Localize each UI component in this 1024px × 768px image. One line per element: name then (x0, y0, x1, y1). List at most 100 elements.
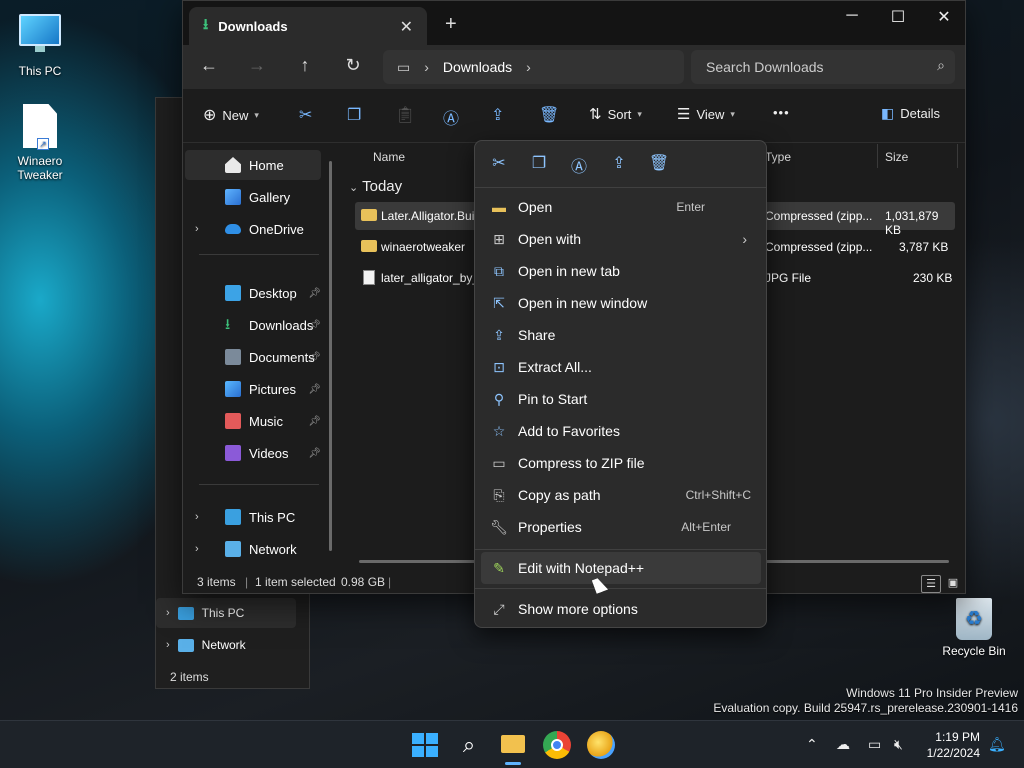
nav-this-pc[interactable]: › This PC (185, 502, 321, 532)
menu-label: Copy as path (518, 487, 601, 503)
pin-icon: 📌︎ (308, 415, 321, 427)
column-header-name[interactable]: Name (373, 150, 405, 164)
close-window-button[interactable]: ✕ (929, 7, 959, 27)
minimize-button[interactable]: ─ (837, 7, 867, 25)
share-icon[interactable]: ⇪ (607, 153, 631, 173)
menu-item-properties[interactable]: 🔧︎ Properties Alt+Enter (481, 511, 761, 543)
file-size: 230 KB (913, 271, 953, 285)
cut-icon[interactable]: ✂ (487, 153, 511, 173)
back-button[interactable]: ← (197, 55, 221, 76)
nav-downloads[interactable]: ⭳ Downloads 📌︎ (185, 310, 321, 340)
column-header-type[interactable]: Type (765, 150, 791, 164)
cut-icon[interactable]: ✂ (299, 105, 312, 125)
menu-item-open-new-tab[interactable]: ⧉ Open in new tab (481, 255, 761, 287)
more-options-button[interactable]: ••• (773, 105, 790, 120)
app-icon[interactable] (587, 731, 615, 759)
refresh-button[interactable]: ↻ (341, 55, 365, 76)
nav-network[interactable]: › Network (185, 534, 321, 564)
chevron-right-icon[interactable]: › (195, 223, 209, 235)
breadcrumb-downloads[interactable]: Downloads (443, 59, 512, 75)
maximize-button[interactable]: ☐ (883, 7, 913, 27)
network-tray-icon[interactable]: ▭ (868, 736, 881, 753)
rename-icon[interactable]: Ⓐ (567, 153, 591, 177)
pin-icon: 📌︎ (308, 319, 321, 331)
new-button[interactable]: ⊕ New ▾ (203, 105, 259, 125)
address-bar: ← → ↑ ↻ ▭ › Downloads › Search Downloads… (183, 45, 965, 89)
desktop-icon-label: Recycle Bin (942, 644, 1006, 658)
close-tab-icon[interactable]: ✕ (400, 17, 413, 37)
new-tab-button[interactable]: + (445, 13, 457, 36)
copy-icon[interactable]: ❐ (347, 105, 361, 125)
group-header-today[interactable]: ⌄ Today (349, 178, 402, 195)
view-icon: ☰ (677, 106, 691, 123)
this-pc-icon (225, 509, 241, 525)
search-icon[interactable]: ⌕ (455, 731, 483, 759)
menu-item-copy-as-path[interactable]: ⎘ Copy as path Ctrl+Shift+C (481, 479, 761, 511)
sort-button[interactable]: ⇅ Sort ▾ (589, 105, 642, 123)
file-explorer-taskbar-icon[interactable] (499, 731, 527, 765)
desktop-icon-winaero-tweaker[interactable]: ↗ Winaero Tweaker (0, 104, 80, 182)
nav-pictures[interactable]: Pictures 📌︎ (185, 374, 321, 404)
breadcrumb[interactable]: ▭ › Downloads › (383, 50, 684, 84)
menu-item-edit-notepadpp[interactable]: ✎ Edit with Notepad++ (481, 552, 761, 584)
copy-icon[interactable]: ❐ (527, 153, 551, 173)
nav-scrollbar[interactable] (329, 161, 332, 551)
nav-videos[interactable]: Videos 📌︎ (185, 438, 321, 468)
file-type: Compressed (zipp... (765, 240, 873, 254)
nav-onedrive[interactable]: › OneDrive (185, 214, 321, 244)
delete-icon[interactable]: 🗑︎ (647, 153, 671, 173)
up-button[interactable]: ↑ (293, 55, 317, 76)
clock[interactable]: 1:19 PM 1/22/2024 (927, 729, 980, 761)
group-label: Today (362, 178, 403, 195)
paste-icon[interactable]: 📋︎ (395, 105, 415, 125)
menu-item-add-to-favorites[interactable]: ☆ Add to Favorites (481, 415, 761, 447)
tab-downloads[interactable]: ⭳ Downloads ✕ (189, 7, 427, 45)
notification-bell-icon[interactable]: 🔔︎ (988, 736, 1006, 753)
share-icon[interactable]: ⇪ (491, 105, 504, 125)
details-label: Details (900, 106, 940, 121)
rename-icon[interactable]: Ⓐ (443, 105, 459, 129)
nav-desktop[interactable]: Desktop 📌︎ (185, 278, 321, 308)
more-options-icon: ⤢ (493, 601, 505, 617)
menu-item-open[interactable]: ▬ Open Enter (481, 191, 761, 223)
back-nav-this-pc[interactable]: › This PC (156, 598, 296, 628)
menu-item-extract-all[interactable]: ⊡ Extract All... (481, 351, 761, 383)
chevron-right-icon: › (166, 639, 170, 651)
menu-item-show-more-options[interactable]: ⤢ Show more options (481, 593, 761, 625)
chevron-right-icon[interactable]: › (195, 543, 209, 555)
menu-item-share[interactable]: ⇪ Share (481, 319, 761, 351)
start-button[interactable] (410, 731, 438, 759)
nav-label: Network (249, 541, 297, 557)
volume-muted-icon[interactable]: 🔇︎ (894, 736, 903, 753)
forward-button[interactable]: → (245, 55, 269, 76)
recycle-bin-icon: ♻ (956, 598, 992, 640)
menu-item-pin-to-start[interactable]: ⚲ Pin to Start (481, 383, 761, 415)
back-nav-network[interactable]: › Network (156, 630, 296, 660)
title-bar[interactable]: ⭳ Downloads ✕ + ─ ☐ ✕ (183, 1, 965, 45)
nav-documents[interactable]: Documents 📌︎ (185, 342, 321, 372)
chevron-right-icon[interactable]: › (526, 59, 531, 75)
details-view-toggle[interactable]: ☰ (921, 575, 941, 593)
onedrive-tray-icon[interactable]: ☁ (836, 736, 850, 753)
chevron-up-icon[interactable]: ⌃ (806, 736, 818, 753)
nav-gallery[interactable]: Gallery (185, 182, 321, 212)
menu-item-compress-zip[interactable]: ▭ Compress to ZIP file (481, 447, 761, 479)
videos-icon (225, 445, 241, 461)
menu-item-open-new-window[interactable]: ⇱ Open in new window (481, 287, 761, 319)
desktop-icon-this-pc[interactable]: This PC (0, 8, 80, 78)
delete-icon[interactable]: 🗑︎ (539, 105, 559, 125)
column-header-size[interactable]: Size (885, 150, 908, 164)
chevron-right-icon[interactable]: › (195, 511, 209, 523)
menu-item-open-with[interactable]: ⊞ Open with › (481, 223, 761, 255)
nav-home[interactable]: Home (185, 150, 321, 180)
chevron-down-icon: ⌄ (349, 182, 359, 194)
chrome-icon[interactable] (543, 731, 571, 759)
gallery-icon (225, 189, 241, 205)
nav-music[interactable]: Music 📌︎ (185, 406, 321, 436)
details-button[interactable]: ◧ Details (881, 105, 940, 122)
tiles-view-toggle[interactable]: ▣ (943, 575, 963, 593)
desktop-icon-recycle-bin[interactable]: ♻ Recycle Bin (934, 598, 1014, 658)
search-input[interactable]: Search Downloads ⌕ (691, 50, 955, 84)
view-button[interactable]: ☰ View ▾ (677, 105, 735, 123)
chevron-right-icon: › (742, 231, 747, 247)
